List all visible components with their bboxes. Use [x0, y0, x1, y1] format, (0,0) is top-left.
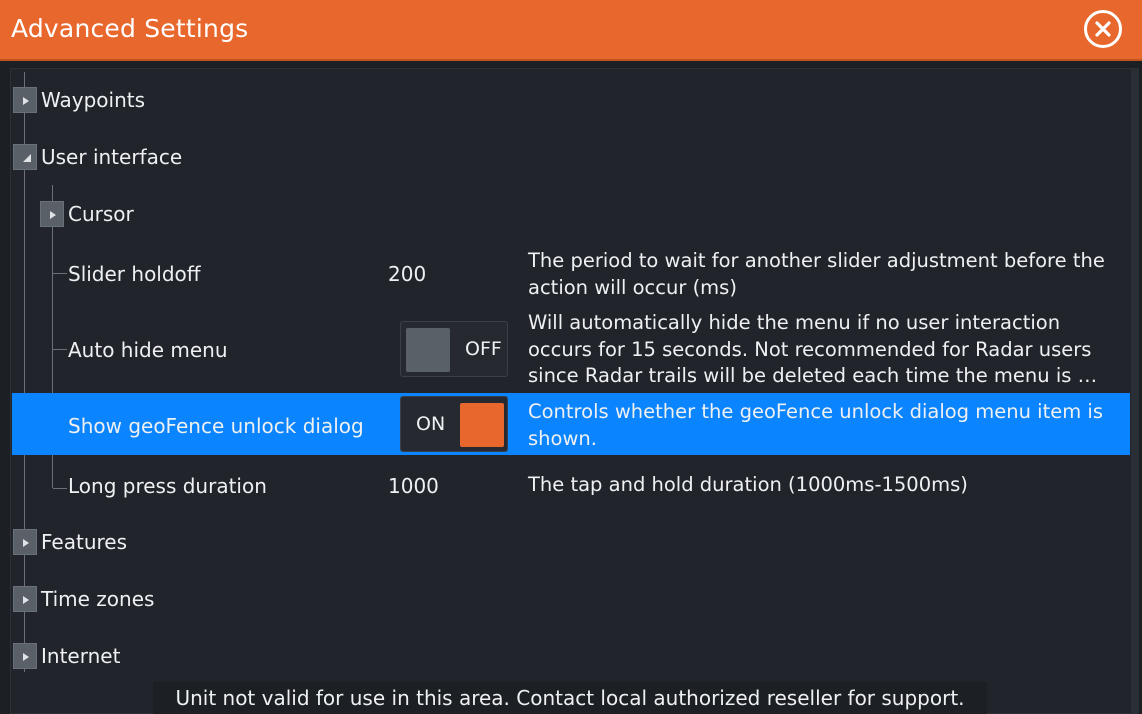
tree-guide-connector	[53, 488, 67, 489]
tree-guide-connector	[53, 273, 67, 274]
triangle-right-icon	[23, 596, 29, 604]
tree-item-time-zones[interactable]: Time zones	[41, 587, 154, 611]
slider-holdoff-value[interactable]: 200	[388, 262, 426, 286]
show-geofence-label: Show geoFence unlock dialog	[68, 414, 364, 438]
expand-time-zones-button[interactable]	[13, 586, 37, 612]
close-button[interactable]	[1084, 10, 1122, 48]
tree-item-cursor[interactable]: Cursor	[68, 202, 134, 226]
expand-waypoints-button[interactable]	[13, 87, 37, 113]
toggle-state-text: OFF	[465, 338, 502, 360]
expand-features-button[interactable]	[13, 529, 37, 555]
tree-item-waypoints[interactable]: Waypoints	[41, 88, 145, 112]
triangle-right-icon	[23, 97, 29, 105]
close-icon	[1095, 21, 1111, 37]
triangle-expanded-icon	[23, 154, 31, 162]
scrollbar[interactable]	[1131, 68, 1139, 714]
long-press-duration-label: Long press duration	[68, 474, 267, 498]
long-press-duration-description: The tap and hold duration (1000ms-1500ms…	[528, 473, 968, 496]
expand-cursor-button[interactable]	[40, 201, 64, 227]
toggle-state-text: ON	[416, 413, 446, 435]
auto-hide-menu-label: Auto hide menu	[68, 338, 228, 362]
triangle-right-icon	[23, 653, 29, 661]
window-title: Advanced Settings	[11, 14, 249, 43]
auto-hide-menu-description: Will automatically hide the menu if no u…	[528, 311, 1098, 387]
tree-guide-connector	[53, 349, 67, 350]
title-bar: Advanced Settings	[0, 0, 1142, 61]
slider-holdoff-description: The period to wait for another slider ad…	[528, 249, 1105, 299]
triangle-right-icon	[50, 211, 56, 219]
tree-item-user-interface[interactable]: User interface	[41, 145, 182, 169]
show-geofence-toggle[interactable]: ON	[400, 396, 508, 452]
long-press-duration-value[interactable]: 1000	[388, 474, 439, 498]
show-geofence-description: Controls whether the geoFence unlock dia…	[528, 400, 1103, 450]
toggle-knob	[460, 403, 504, 447]
triangle-right-icon	[23, 539, 29, 547]
toggle-knob	[406, 328, 450, 372]
tree-item-internet[interactable]: Internet	[41, 644, 120, 668]
status-message: Unit not valid for use in this area. Con…	[153, 682, 987, 714]
expand-internet-button[interactable]	[13, 643, 37, 669]
collapse-user-interface-button[interactable]	[13, 144, 37, 170]
slider-holdoff-label: Slider holdoff	[68, 262, 201, 286]
tree-item-features[interactable]: Features	[41, 530, 127, 554]
auto-hide-menu-toggle[interactable]: OFF	[400, 321, 508, 377]
